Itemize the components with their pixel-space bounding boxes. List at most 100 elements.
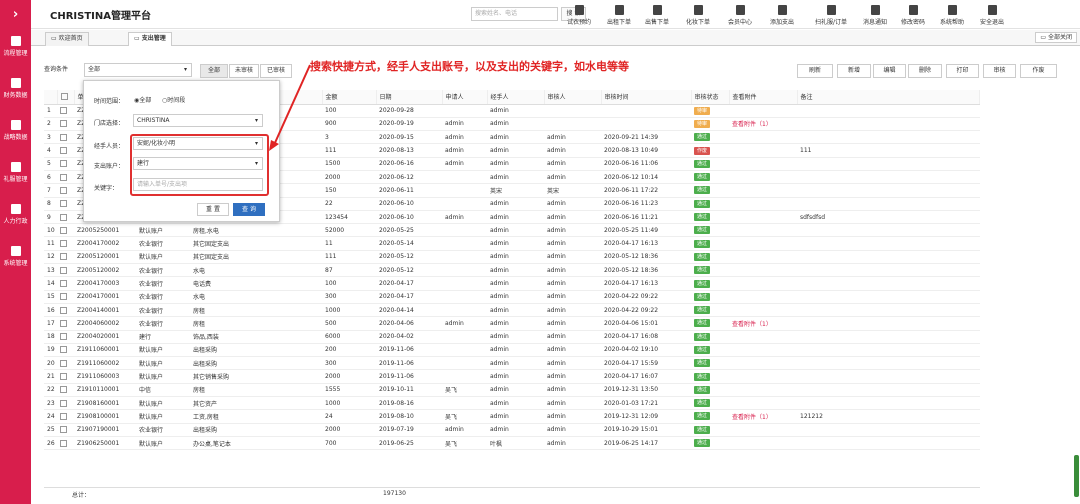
toolbar-item-9[interactable]: 系统帮助 <box>940 3 964 26</box>
row-checkbox[interactable] <box>60 293 67 301</box>
table-row[interactable]: 10 Z2005250001 默认账户 房租,水电 52000 2020-05-25 adm… <box>44 223 980 238</box>
table-row[interactable]: 11 Z2004170002 农业银行 其它固定支出 11 2020-05-14 admin… <box>44 236 980 251</box>
action-button-5[interactable]: 审核 <box>983 64 1016 78</box>
toolbar-item-3[interactable]: 化妆下单 <box>686 3 710 26</box>
col-header-5[interactable]: 金额 <box>322 90 377 105</box>
toolbar-item-8[interactable]: 修改密码 <box>901 3 925 26</box>
row-checkbox[interactable] <box>60 280 67 287</box>
select-all-checkbox[interactable] <box>60 93 68 101</box>
tab-welcome[interactable]: ▭ 欢迎首页 <box>45 32 89 46</box>
action-button-0[interactable]: 刷新 <box>797 64 833 78</box>
table-row[interactable]: 24 Z1908100001 默认账户 工资,房租 24 2019-08-10 吴飞 admi… <box>44 409 980 424</box>
col-header-12[interactable]: 查看附件 <box>729 90 798 105</box>
row-checkbox[interactable] <box>60 200 67 208</box>
col-header-10[interactable]: 审核时间 <box>601 90 692 105</box>
table-row[interactable]: 22 Z1910110001 中信 房租 1555 2019-10-11 吴飞 admin ad… <box>44 383 980 398</box>
row-checkbox[interactable] <box>60 359 67 367</box>
filter-all[interactable]: 全部 <box>200 64 228 78</box>
row-checkbox[interactable] <box>60 306 67 314</box>
row-checkbox[interactable] <box>60 266 67 274</box>
query-select[interactable]: 全部 ▾ <box>84 63 192 77</box>
row-checkbox[interactable] <box>60 412 67 420</box>
col-header-1[interactable] <box>57 90 75 105</box>
table-row[interactable]: 13 Z2005120002 农业银行 水电 87 2020-05-12 admin admi… <box>44 263 980 278</box>
col-header-0[interactable] <box>44 90 58 105</box>
row-checkbox[interactable] <box>60 213 67 221</box>
radio-period[interactable]: ○时间段 <box>162 95 185 104</box>
table-row[interactable]: 14 Z2004170003 农业银行 电话费 100 2020-04-17 admin ad… <box>44 276 980 291</box>
scrollbar[interactable] <box>1074 455 1079 497</box>
row-checkbox[interactable] <box>60 386 67 394</box>
row-checkbox[interactable] <box>60 253 67 261</box>
action-button-4[interactable]: 打印 <box>946 64 979 78</box>
attachment-link[interactable]: 查看附件（1） <box>732 414 772 421</box>
tab-expense[interactable]: ▭ 支出管理 <box>128 32 172 46</box>
table-row[interactable]: 17 Z2004060002 农业银行 房租 500 2020-04-06 admin adm… <box>44 316 980 331</box>
row-checkbox[interactable] <box>60 160 67 168</box>
action-button-3[interactable]: 删除 <box>908 64 942 78</box>
col-header-6[interactable]: 日期 <box>376 90 443 105</box>
row-checkbox[interactable] <box>60 426 67 434</box>
table-row[interactable]: 12 Z2005120001 默认账户 其它固定支出 111 2020-05-12 admi… <box>44 250 980 265</box>
col-header-8[interactable]: 经手人 <box>487 90 545 105</box>
row-checkbox[interactable] <box>60 133 67 141</box>
action-button-6[interactable]: 作废 <box>1020 64 1057 78</box>
row-checkbox[interactable] <box>60 147 67 155</box>
query-button[interactable]: 查 询 <box>233 203 265 216</box>
sidebar-item-0[interactable]: 流程管理 <box>0 34 31 58</box>
row-checkbox[interactable] <box>60 346 67 354</box>
search-input[interactable]: 搜索姓名、电话 <box>471 7 558 21</box>
col-header-9[interactable]: 审核人 <box>544 90 602 105</box>
row-checkbox[interactable] <box>60 399 67 407</box>
table-row[interactable]: 21 Z1911060003 默认账户 其它销售采购 2000 2019-11-06 adm… <box>44 369 980 384</box>
sidebar-item-1[interactable]: 财务数据 <box>0 76 31 100</box>
cell: 通过 <box>691 303 729 318</box>
table-row[interactable]: 25 Z1907190001 农业银行 出租采购 2000 2019-07-19 admin… <box>44 423 980 437</box>
row-checkbox[interactable] <box>60 173 67 181</box>
toolbar-item-1[interactable]: 出租下单 <box>607 3 631 26</box>
row-checkbox[interactable] <box>60 319 67 327</box>
table-row[interactable]: 18 Z2004020001 建行 饰品,西装 6000 2020-04-02 admin a… <box>44 330 980 344</box>
cell: 2019-10-11 <box>376 383 442 398</box>
store-select[interactable]: CHRISTINA ▾ <box>133 114 263 127</box>
action-button-1[interactable]: 新增 <box>837 64 871 78</box>
table-row[interactable]: 20 Z1911060002 默认账户 出租采购 300 2019-11-06 admin a… <box>44 356 980 371</box>
cell <box>729 157 797 171</box>
filter-unreviewed[interactable]: 未审核 <box>229 64 259 78</box>
toolbar-item-2[interactable]: 出售下单 <box>645 3 669 26</box>
attachment-link[interactable]: 查看附件（1） <box>732 121 772 128</box>
col-header-13[interactable]: 备注 <box>797 90 980 105</box>
toolbar-item-4[interactable]: 会员中心 <box>728 3 752 26</box>
attachment-link[interactable]: 查看附件（1） <box>732 321 772 328</box>
sidebar-item-4[interactable]: 人力行政 <box>0 202 31 226</box>
row-checkbox[interactable] <box>60 186 67 194</box>
toolbar-item-10[interactable]: 安全退出 <box>980 3 1004 26</box>
row-checkbox[interactable] <box>60 240 67 248</box>
row-checkbox[interactable] <box>60 226 67 234</box>
sidebar-item-5[interactable]: 系统管理 <box>0 244 31 268</box>
row-checkbox[interactable] <box>60 439 67 447</box>
close-all-button[interactable]: ▭ 全部关闭 <box>1035 32 1077 43</box>
toolbar-item-5[interactable]: 添加支出 <box>770 3 794 26</box>
action-button-2[interactable]: 编辑 <box>873 64 906 78</box>
table-row[interactable]: 15 Z2004170001 农业银行 水电 300 2020-04-17 admin adm… <box>44 290 980 304</box>
row-checkbox[interactable] <box>60 107 67 115</box>
col-header-11[interactable]: 审核状态 <box>691 90 730 105</box>
table-row[interactable]: 26 Z1906250001 默认账户 办公桌,笔记本 700 2019-06-25 吴飞叶… <box>44 436 980 451</box>
table-row[interactable]: 23 Z1908160001 默认账户 其它资产 1000 2019-08-16 admin… <box>44 396 980 411</box>
col-header-7[interactable]: 申请人 <box>442 90 488 105</box>
sidebar-item-2[interactable]: 战略数据 <box>0 118 31 142</box>
row-checkbox[interactable] <box>60 120 67 128</box>
sidebar-item-3[interactable]: 礼服管理 <box>0 160 31 184</box>
toolbar-item-0[interactable]: 试衣预约 <box>567 3 591 26</box>
radio-all[interactable]: ◉全部 <box>134 95 151 104</box>
toolbar-item-7[interactable]: 消息通知 <box>863 3 887 26</box>
sidebar-toggle-icon[interactable]: › <box>0 0 31 28</box>
row-checkbox[interactable] <box>60 373 67 381</box>
cell: 17 <box>44 316 57 331</box>
row-checkbox[interactable] <box>60 333 67 341</box>
table-row[interactable]: 19 Z1911060001 默认账户 出租采购 200 2019-11-06 admin a… <box>44 343 980 358</box>
reset-button[interactable]: 重 置 <box>197 203 229 216</box>
toolbar-item-6[interactable]: 扫礼服/订单 <box>815 3 847 26</box>
table-row[interactable]: 16 Z2004140001 农业银行 房租 1000 2020-04-14 admin ad… <box>44 303 980 318</box>
